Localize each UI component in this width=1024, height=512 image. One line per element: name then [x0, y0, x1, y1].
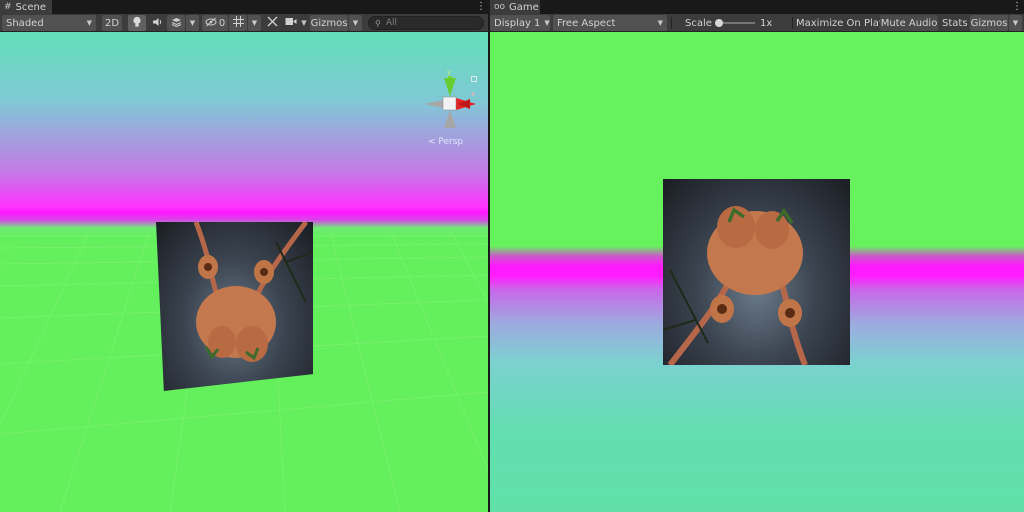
tools-icon — [267, 16, 278, 30]
gizmos-button[interactable]: Gizmos — [310, 15, 348, 31]
chevron-down-icon: ▼ — [352, 19, 359, 27]
scene-quad-creature-image[interactable] — [156, 222, 313, 391]
lighting-toggle[interactable] — [128, 15, 146, 31]
toolbar-separator — [792, 17, 793, 29]
toggle-2d-label: 2D — [104, 17, 120, 29]
gizmo-y-label: y — [447, 70, 451, 76]
creature-image-flipped — [663, 206, 808, 365]
camera-button[interactable] — [284, 15, 298, 31]
scale-label: Scale — [685, 17, 712, 29]
tab-game-label: Game — [509, 1, 539, 13]
grid-icon — [232, 16, 244, 30]
draw-mode-label: Shaded — [6, 17, 44, 29]
hidden-count: 0 — [218, 17, 226, 29]
game-gizmos-button[interactable]: Gizmos — [970, 15, 1008, 31]
stats-toggle[interactable]: Stats — [942, 15, 968, 31]
gamepad-icon: oo — [494, 2, 506, 12]
game-viewport[interactable] — [490, 32, 1024, 512]
draw-mode-dropdown[interactable]: Shaded ▼ — [2, 15, 96, 31]
tools-button[interactable] — [265, 15, 279, 31]
game-gizmos-label: Gizmos — [970, 17, 1008, 29]
aspect-dropdown[interactable]: Free Aspect ▼ — [553, 15, 667, 31]
audio-toggle[interactable] — [150, 15, 164, 31]
camera-dropdown[interactable]: ▼ — [299, 15, 309, 31]
game-quad-creature-image[interactable] — [663, 179, 850, 365]
gizmos-label: Gizmos — [310, 17, 348, 29]
lightbulb-icon — [132, 16, 142, 31]
game-gizmos-dropdown[interactable]: ▼ — [1009, 15, 1022, 31]
grid-dropdown[interactable]: ▼ — [248, 15, 261, 31]
grid-toggle[interactable] — [229, 15, 247, 31]
search-input[interactable]: ⚲ All — [368, 16, 484, 30]
toggle-2d-button[interactable]: 2D — [102, 15, 122, 31]
chevron-down-icon: ▼ — [189, 19, 196, 27]
search-icon: ⚲ — [375, 18, 381, 28]
game-panel: oo Game ⋮ Display 1 ▼ Free Aspect ▼ Scal… — [490, 0, 1024, 512]
stats-label: Stats — [942, 17, 968, 29]
display-label: Display 1 — [494, 17, 541, 29]
scene-panel: # Scene ⋮ Shaded ▼ 2D ▼ 0 ▼ ▼ Gizmos ▼ ⚲… — [0, 0, 488, 512]
chevron-down-icon: ▼ — [657, 19, 663, 27]
tab-game[interactable]: oo Game — [490, 0, 540, 14]
display-dropdown[interactable]: Display 1 ▼ — [490, 15, 550, 31]
scene-viewport[interactable]: y x < Persp — [0, 32, 488, 512]
effects-dropdown[interactable]: ▼ — [186, 15, 199, 31]
gizmo-x-label: x — [471, 90, 475, 98]
chevron-down-icon: ▼ — [301, 19, 307, 27]
tab-scene[interactable]: # Scene — [0, 0, 52, 14]
scale-slider[interactable] — [715, 15, 757, 31]
scene-tabbar: # Scene ⋮ — [0, 0, 488, 14]
maximize-on-play-toggle[interactable]: Maximize On Play — [796, 15, 885, 31]
chevron-down-icon: ▼ — [1012, 19, 1019, 27]
search-placeholder: All — [385, 18, 398, 28]
maximize-on-play-label: Maximize On Play — [796, 17, 885, 29]
mute-audio-toggle[interactable]: Mute Audio — [880, 15, 938, 31]
game-toolbar: Display 1 ▼ Free Aspect ▼ Scale 1x Maxim… — [490, 14, 1024, 32]
game-menu-icon[interactable]: ⋮ — [1012, 0, 1022, 14]
gizmos-dropdown[interactable]: ▼ — [349, 15, 362, 31]
chevron-down-icon: ▼ — [251, 19, 258, 27]
orientation-gizmo[interactable]: y x — [422, 70, 478, 130]
camera-icon — [285, 17, 297, 29]
scene-visibility-toggle[interactable]: 0 — [202, 15, 228, 31]
game-tabbar: oo Game ⋮ — [490, 0, 1024, 14]
scene-toolbar: Shaded ▼ 2D ▼ 0 ▼ ▼ Gizmos ▼ ⚲ All — [0, 14, 488, 32]
chevron-down-icon: ▼ — [86, 19, 92, 27]
chevron-down-icon: ▼ — [544, 19, 550, 27]
aspect-label: Free Aspect — [557, 17, 616, 29]
speaker-icon — [152, 17, 163, 30]
tab-scene-label: Scene — [15, 1, 47, 13]
effects-toggle[interactable] — [167, 15, 185, 31]
creature-image — [193, 222, 313, 362]
mute-audio-label: Mute Audio — [880, 17, 938, 29]
scene-menu-icon[interactable]: ⋮ — [476, 0, 486, 14]
grid-icon: # — [4, 2, 12, 12]
layers-icon — [171, 17, 182, 30]
scale-slider-track — [715, 19, 755, 27]
eye-slash-icon — [205, 17, 217, 30]
scale-value: 1x — [760, 17, 773, 29]
toolbar-separator — [671, 17, 672, 29]
projection-toggle[interactable]: < Persp — [428, 137, 463, 147]
